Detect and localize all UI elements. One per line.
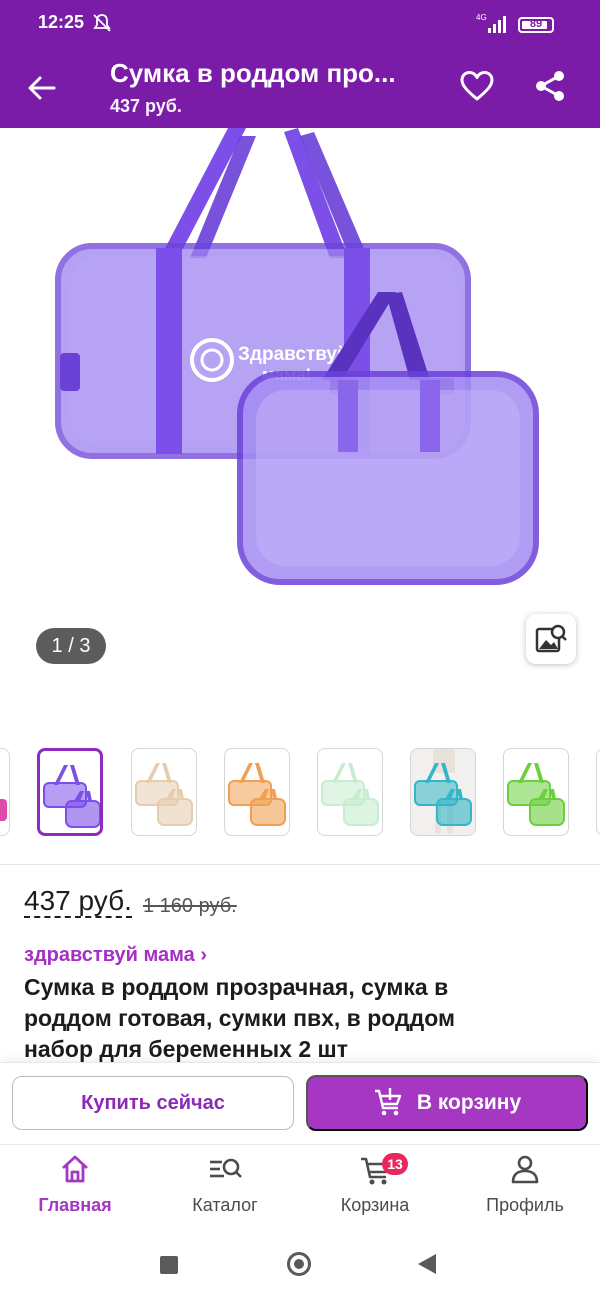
nav-home-label: Главная [38,1195,112,1215]
share-icon[interactable] [532,68,568,104]
back-arrow-icon[interactable] [26,72,58,104]
thumbnail[interactable] [596,748,600,836]
system-back-button[interactable] [418,1254,436,1274]
home-icon [62,1155,88,1183]
image-search-icon [535,624,567,653]
page-title: Сумка в роддом про... [110,58,396,88]
status-bar: 12:25 4G 89 [0,0,600,44]
thumbnail[interactable] [131,748,197,836]
muted-bell-icon [93,14,111,32]
buy-now-button[interactable]: Купить сейчас [12,1076,294,1130]
product-image-gallery[interactable]: Здравствуй мама! 1 / 3 [0,128,600,708]
thumbnail[interactable] [410,748,476,836]
current-price: 437 руб. [24,885,132,918]
nav-catalog[interactable]: Каталог [150,1145,300,1229]
status-time: 12:25 [38,12,85,32]
add-to-cart-button[interactable]: В корзину [306,1075,588,1131]
cart-count-badge: 13 [382,1153,408,1175]
page-subtitle-price: 437 руб. [110,96,182,116]
signal-icon: 4G [476,13,506,33]
buy-now-label: Купить сейчас [81,1091,225,1114]
battery-level: 89 [529,18,543,30]
bottom-navigation: Главная Каталог 13 Корзина Профиль [0,1144,600,1229]
bag-logo-line1: Здравствуй [238,344,349,365]
catalog-search-icon [210,1158,242,1178]
product-title: Сумка в роддом прозрачная, сумка в роддо… [24,974,455,1062]
thumbnail-strip [0,748,600,840]
nav-cart[interactable]: 13 Корзина [300,1145,450,1229]
thumbnail[interactable] [0,748,10,836]
battery-icon: 89 [518,17,554,33]
favorite-heart-icon[interactable] [460,70,494,102]
thumbnail-selected[interactable] [37,748,103,836]
add-to-cart-label: В корзину [416,1091,522,1114]
old-price: 1 160 руб. [143,895,237,917]
recents-button[interactable] [160,1256,178,1274]
thumbnail[interactable] [317,748,383,836]
profile-icon [511,1155,539,1184]
nav-profile-label: Профиль [486,1195,564,1215]
app-bar: Сумка в роддом про... 437 руб. [0,44,600,128]
cart-plus-icon [374,1088,402,1116]
divider [0,864,600,865]
nav-home[interactable]: Главная [0,1145,150,1229]
system-navigation-bar [0,1228,600,1299]
nav-catalog-label: Каталог [192,1195,258,1215]
product-image: Здравствуй мама! [55,128,539,585]
buy-bar: Купить сейчас В корзину [0,1062,600,1143]
nav-profile[interactable]: Профиль [450,1145,600,1229]
home-button[interactable] [287,1252,311,1276]
thumbnail[interactable] [503,748,569,836]
network-type: 4G [476,13,487,22]
brand-link[interactable]: здравствуй мама › [24,944,207,967]
nav-cart-label: Корзина [340,1195,410,1215]
image-counter: 1 / 3 [36,628,106,664]
thumbnail[interactable] [224,748,290,836]
image-search-button[interactable] [526,614,576,664]
